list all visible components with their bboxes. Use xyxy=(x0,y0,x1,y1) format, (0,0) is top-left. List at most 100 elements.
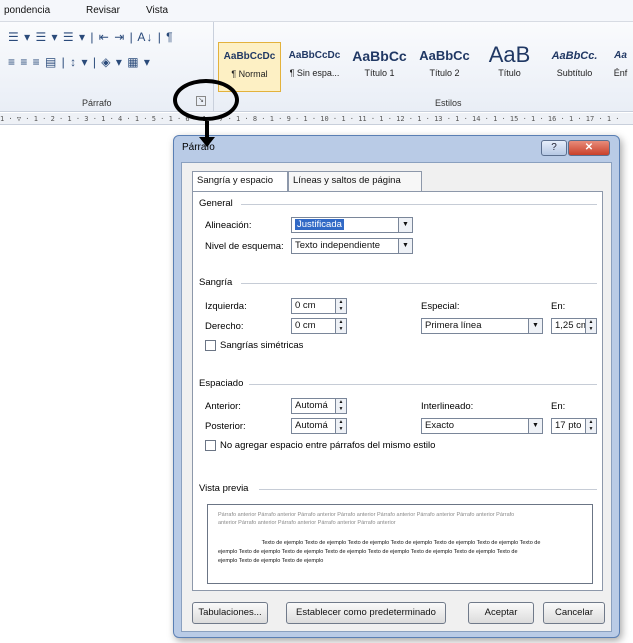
style-titulo-2[interactable]: AaBbCc Título 2 xyxy=(413,42,476,92)
mirror-indents-checkbox[interactable] xyxy=(205,340,216,351)
alignment-value: Justificada xyxy=(295,219,344,230)
spacing-before-value: Automá xyxy=(295,400,328,411)
line-spacing-value: Exacto xyxy=(425,420,455,431)
style-name: ¶ Sin espa... xyxy=(289,68,340,78)
menu-correspondencia[interactable]: pondencia xyxy=(4,5,50,16)
menu-vista[interactable]: Vista xyxy=(146,5,168,16)
set-default-button[interactable]: Establecer como predeterminado xyxy=(286,602,446,624)
chevron-down-icon: ▼ xyxy=(398,239,412,253)
style-titulo[interactable]: AaB Título xyxy=(478,42,541,92)
style-name: Subtítulo xyxy=(556,68,593,78)
spacing-after-spinner[interactable]: Automá ▲ ▼ xyxy=(291,418,347,434)
chevron-down-icon: ▼ xyxy=(528,419,542,433)
style-titulo-1[interactable]: AaBbCc Título 1 xyxy=(348,42,411,92)
alignment-select[interactable]: Justificada ▼ xyxy=(291,217,413,233)
indent-right-label: Derecho: xyxy=(205,321,244,332)
style-name: Título 2 xyxy=(429,68,460,78)
paragraph-dialog: Párrafo ? ✕ Sangría y espacio Líneas y s… xyxy=(173,135,620,638)
preview-sample-line: ejemplo Texto de ejemplo Texto de ejempl… xyxy=(218,549,518,555)
spinner-arrows-icon[interactable]: ▲ ▼ xyxy=(335,419,346,433)
dialog-client: Sangría y espacio Líneas y saltos de pág… xyxy=(181,162,612,632)
preview-previous-line: Párrafo anterior Párrafo anterior Párraf… xyxy=(218,512,515,518)
line-at-value: 17 pto xyxy=(555,420,582,431)
preview-sample-line: Texto de ejemplo Texto de ejemplo Texto … xyxy=(261,540,541,546)
chevron-down-icon: ▼ xyxy=(528,319,542,333)
indent-by-value: 1,25 cm xyxy=(555,320,589,331)
annotation-circle xyxy=(173,79,239,121)
outline-level-value: Texto independiente xyxy=(295,240,381,251)
paragraph-tools-row-2[interactable]: ≡ ≡ ≡ ▤ | ↕ ▾ | ◈ ▾ ▦ ▾ xyxy=(8,55,151,69)
paragraph-preview: Párrafo anterior Párrafo anterior Párraf… xyxy=(207,504,593,584)
spacing-before-spinner[interactable]: Automá ▲ ▼ xyxy=(291,398,347,414)
preview-previous-line: anterior Párrafo anterior Párrafo anteri… xyxy=(218,520,396,526)
section-espaciado: Espaciado xyxy=(199,378,244,389)
section-vista-previa: Vista previa xyxy=(199,483,249,494)
menu-revisar[interactable]: Revisar xyxy=(86,5,120,16)
style-sample: AaBbCc xyxy=(419,48,470,63)
styles-group: AaBbCcDc ¶ Normal AaBbCcDc ¶ Sin espa...… xyxy=(215,22,633,112)
mirror-indents-label: Sangrías simétricas xyxy=(220,340,304,351)
style-sample: Aa xyxy=(614,50,627,61)
special-label: Especial: xyxy=(421,301,460,312)
outline-level-select[interactable]: Texto independiente ▼ xyxy=(291,238,413,254)
line-spacing-label: Interlineado: xyxy=(421,401,474,412)
help-button[interactable]: ? xyxy=(541,140,567,156)
spacing-after-value: Automá xyxy=(295,420,328,431)
close-button[interactable]: ✕ xyxy=(568,140,610,156)
tab-lineas-saltos[interactable]: Líneas y saltos de página xyxy=(288,171,422,191)
indent-left-label: Izquierda: xyxy=(205,301,247,312)
style-sin-espaciado[interactable]: AaBbCcDc ¶ Sin espa... xyxy=(283,42,346,92)
spinner-arrows-icon[interactable]: ▲ ▼ xyxy=(335,299,346,313)
tab-panel: General Alineación: Justificada ▼ Nivel … xyxy=(192,191,603,591)
spinner-arrows-icon[interactable]: ▲ ▼ xyxy=(335,319,346,333)
spacing-after-label: Posterior: xyxy=(205,421,246,432)
no-space-same-style-checkbox[interactable] xyxy=(205,440,216,451)
indent-right-value: 0 cm xyxy=(295,320,316,331)
paragraph-tools-row-1[interactable]: ☰ ▾ ☰ ▾ ☰ ▾ | ⇤ ⇥ | A↓ | ¶ xyxy=(8,30,174,44)
dialog-titlebar[interactable]: Párrafo ? ✕ xyxy=(174,136,619,160)
separator xyxy=(259,489,597,490)
chevron-down-icon: ▼ xyxy=(398,218,412,232)
spacing-before-label: Anterior: xyxy=(205,401,241,412)
outline-level-label: Nivel de esquema: xyxy=(205,241,284,252)
style-name: Énf xyxy=(613,68,628,78)
indent-by-spinner[interactable]: 1,25 cm ▲ ▼ xyxy=(551,318,597,334)
cancel-button[interactable]: Cancelar xyxy=(543,602,605,624)
indent-left-value: 0 cm xyxy=(295,300,316,311)
section-sangria: Sangría xyxy=(199,277,233,288)
separator xyxy=(249,384,597,385)
menu-bar: pondencia Revisar Vista xyxy=(0,0,633,22)
paragraph-group-label: Párrafo xyxy=(82,98,112,108)
indent-by-label: En: xyxy=(551,301,566,312)
indent-left-spinner[interactable]: 0 cm ▲ ▼ xyxy=(291,298,347,314)
spinner-arrows-icon[interactable]: ▲ ▼ xyxy=(585,319,596,333)
style-name: Título 1 xyxy=(364,68,395,78)
special-indent-value: Primera línea xyxy=(425,320,482,331)
indent-right-spinner[interactable]: 0 cm ▲ ▼ xyxy=(291,318,347,334)
style-sample: AaBbCcDc xyxy=(223,51,276,62)
spinner-arrows-icon[interactable]: ▲ ▼ xyxy=(335,399,346,413)
style-sample: AaBbCcDc xyxy=(288,50,341,61)
spinner-arrows-icon[interactable]: ▲ ▼ xyxy=(585,419,596,433)
style-enfasis[interactable]: Aa Énf xyxy=(608,42,633,92)
line-at-spinner[interactable]: 17 pto ▲ ▼ xyxy=(551,418,597,434)
style-sample: AaB xyxy=(488,42,531,67)
tabs-button[interactable]: Tabulaciones... xyxy=(192,602,268,624)
annotation-arrow-icon xyxy=(199,137,215,147)
preview-sample-line: ejemplo Texto de ejemplo Texto de ejempl… xyxy=(218,558,324,564)
styles-group-label: Estilos xyxy=(435,98,462,108)
line-spacing-select[interactable]: Exacto ▼ xyxy=(421,418,543,434)
tab-sangria-espacio[interactable]: Sangría y espacio xyxy=(192,171,288,192)
horizontal-ruler[interactable]: 1 · ▽ · 1 · 2 · 1 · 3 · 1 · 4 · 1 · 5 · … xyxy=(0,113,633,125)
ok-button[interactable]: Aceptar xyxy=(468,602,534,624)
line-at-label: En: xyxy=(551,401,566,412)
separator xyxy=(241,204,597,205)
style-sample: AaBbCc. xyxy=(551,50,598,62)
style-name: Título xyxy=(498,68,521,78)
style-sample: AaBbCc xyxy=(352,48,407,64)
no-space-same-style-label: No agregar espacio entre párrafos del mi… xyxy=(220,440,436,451)
section-general: General xyxy=(199,198,233,209)
special-indent-select[interactable]: Primera línea ▼ xyxy=(421,318,543,334)
style-subtitulo[interactable]: AaBbCc. Subtítulo xyxy=(543,42,606,92)
alignment-label: Alineación: xyxy=(205,220,252,231)
